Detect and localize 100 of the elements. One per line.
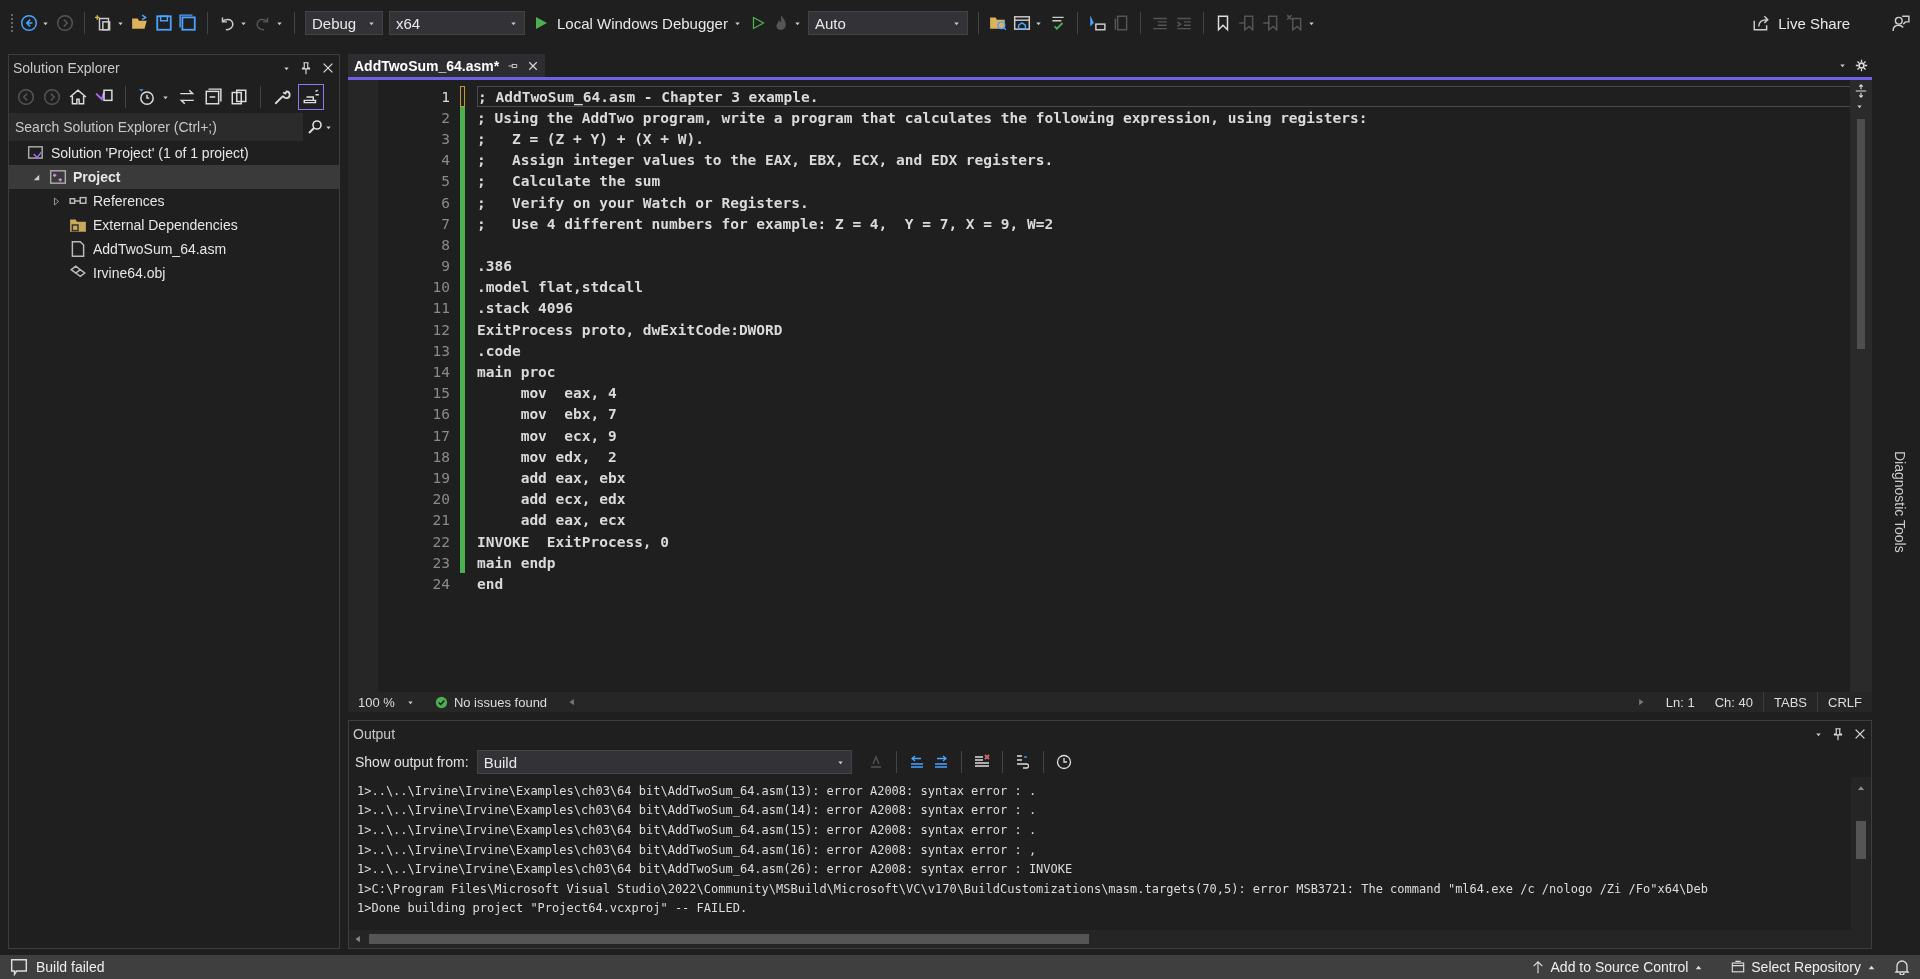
- code-line: mov edx, 2: [519, 447, 618, 467]
- notification-icon[interactable]: [10, 958, 28, 976]
- wrench-icon[interactable]: [273, 88, 291, 106]
- output-line: 1>..\..\Irvine\Irvine\Examples\ch03\64 bit\AddTwoSum_64.asm(15): error A2008: syntax error : .: [357, 822, 1038, 839]
- collapse-all-icon[interactable]: [204, 88, 222, 106]
- output-source-dropdown[interactable]: Build: [476, 750, 852, 774]
- previous-message-icon[interactable]: [908, 754, 925, 770]
- clear-all-icon[interactable]: [973, 754, 990, 770]
- code-line: ; AddTwoSum_64.asm - Chapter 3 example.: [477, 86, 1850, 108]
- code-line: mov eax, 4: [519, 384, 618, 404]
- line-number: 18: [431, 448, 451, 465]
- column-position: Ch: 40: [1713, 694, 1755, 710]
- sync-icon[interactable]: [178, 88, 196, 106]
- output-line: 1>..\..\Irvine\Irvine\Examples\ch03\64 bit\AddTwoSum_64.asm(13): error A2008: syntax error : .: [357, 782, 1038, 800]
- line-position: Ln: 1: [1664, 694, 1696, 710]
- line-number: 2: [440, 109, 451, 126]
- scrollbar-thumb[interactable]: [369, 934, 1089, 944]
- tree-item[interactable]: Solution 'Project' (1 of 1 project): [9, 141, 339, 165]
- caret-icon[interactable]: [1838, 61, 1847, 70]
- zoom-dropdown[interactable]: 100 %: [348, 694, 425, 710]
- editor-tab[interactable]: AddTwoSum_64.asm*: [348, 54, 546, 77]
- line-number: 15: [431, 385, 451, 402]
- code-line: main endp: [477, 553, 557, 573]
- output-line: 1>Done building project "Project64.vcxproj" -- FAILED.: [357, 900, 749, 918]
- show-all-files-icon[interactable]: [230, 88, 248, 106]
- code-line: .386: [477, 257, 513, 277]
- vertical-scrollbar[interactable]: [1851, 777, 1871, 930]
- tree-item[interactable]: References: [9, 189, 339, 213]
- back-icon[interactable]: [20, 14, 38, 32]
- split-icon[interactable]: [1854, 84, 1868, 98]
- clock-icon[interactable]: [1055, 754, 1072, 770]
- mode-dropdown[interactable]: Auto: [807, 11, 968, 35]
- code-line: .code: [477, 341, 522, 361]
- start-debugger-button[interactable]: Local Windows Debugger: [531, 14, 744, 32]
- project-icon: [49, 168, 67, 186]
- platform-dropdown[interactable]: x64: [389, 11, 525, 35]
- scrollbar-thumb[interactable]: [1857, 119, 1865, 349]
- code-line: ; Calculate the sum: [477, 172, 662, 192]
- save-all-icon[interactable]: [179, 14, 197, 32]
- line-number: 14: [431, 364, 451, 381]
- code-line: mov ebx, 7: [519, 405, 618, 425]
- folder-search-icon[interactable]: [988, 14, 1007, 32]
- pin-icon[interactable]: [1831, 727, 1845, 741]
- tree-item[interactable]: External Dependencies: [9, 213, 339, 237]
- source-control-button[interactable]: Add to Source Control: [1520, 959, 1714, 975]
- code-line: mov ecx, 9: [519, 426, 618, 446]
- home-icon[interactable]: [69, 88, 87, 106]
- line-number: 3: [440, 130, 451, 147]
- line-number: 19: [431, 469, 451, 486]
- line-number: 23: [431, 554, 451, 571]
- tree-item[interactable]: Irvine64.obj: [9, 261, 339, 285]
- code-line: ; Using the AddTwo program, write a program that calculates the following expression, using registers:: [477, 108, 1369, 128]
- output-line: 1>C:\Program Files\Microsoft Visual Studio\2022\Community\MSBuild\Microsoft\VC\v170\BuildCustomizations\masm.targets(70,5): error MSB3721: The command "ml64.exe /c /nologo /Zi /Fo"x64\Deb: [357, 880, 1709, 898]
- folder-icon: [69, 216, 87, 234]
- line-number: 4: [440, 152, 451, 169]
- scroll-left-icon[interactable]: [353, 934, 363, 944]
- code-line: ; Z = (Z + Y) + (X + W).: [477, 129, 705, 149]
- close-icon[interactable]: [527, 59, 540, 72]
- tree-item[interactable]: Project: [9, 165, 339, 189]
- next-message-icon[interactable]: [932, 754, 949, 770]
- code-line: ; Verify on your Watch or Registers.: [477, 193, 810, 213]
- share-icon: [1752, 14, 1771, 32]
- side-tab[interactable]: Diagnostic Tools: [1892, 54, 1908, 949]
- status-message: Build failed: [36, 959, 105, 975]
- new-item-icon[interactable]: [95, 14, 113, 32]
- bell-icon[interactable]: [1894, 959, 1910, 975]
- preview-icon[interactable]: [302, 88, 320, 106]
- settings-icon[interactable]: [1855, 59, 1868, 72]
- code-line: add eax, ebx: [519, 468, 627, 488]
- close-icon[interactable]: [1853, 727, 1867, 741]
- tree-item[interactable]: AddTwoSum_64.asm: [9, 237, 339, 261]
- search-icon[interactable]: [307, 119, 323, 135]
- line-number: 1: [440, 88, 451, 105]
- pending-changes-icon[interactable]: [138, 88, 156, 106]
- line-number: 24: [431, 575, 451, 592]
- feedback-icon[interactable]: [1892, 14, 1910, 32]
- open-folder-icon[interactable]: [131, 14, 149, 32]
- live-share-button[interactable]: Live Share: [1746, 13, 1856, 33]
- word-wrap-icon[interactable]: [1014, 754, 1031, 770]
- pointer-icon[interactable]: [1087, 14, 1106, 32]
- code-line: end: [477, 574, 505, 594]
- line-endings[interactable]: CRLF: [1818, 694, 1872, 710]
- file-icon: [69, 240, 87, 258]
- code-line: main proc: [477, 363, 557, 383]
- line-number: 11: [431, 300, 451, 317]
- browser-icon[interactable]: [1012, 14, 1031, 32]
- pin-icon[interactable]: [299, 61, 313, 75]
- output-line: 1>..\..\Irvine\Irvine\Examples\ch03\64 bit\AddTwoSum_64.asm(16): error A2008: syntax error : ,: [357, 841, 1038, 859]
- repository-button[interactable]: Select Repository: [1721, 959, 1886, 975]
- close-icon[interactable]: [321, 61, 335, 75]
- caret-icon[interactable]: [1855, 102, 1864, 111]
- indent-mode[interactable]: TABS: [1764, 694, 1818, 710]
- configuration-dropdown[interactable]: Debug: [305, 11, 383, 35]
- issues-indicator[interactable]: No issues found: [424, 694, 558, 710]
- line-number: 13: [431, 342, 451, 359]
- horizontal-scrollbar[interactable]: [349, 930, 1871, 948]
- vertical-scrollbar[interactable]: [1850, 80, 1872, 692]
- search-field[interactable]: Search Solution Explorer (Ctrl+;): [9, 113, 303, 141]
- scrollbar-thumb[interactable]: [1856, 821, 1866, 859]
- save-icon[interactable]: [155, 14, 173, 32]
